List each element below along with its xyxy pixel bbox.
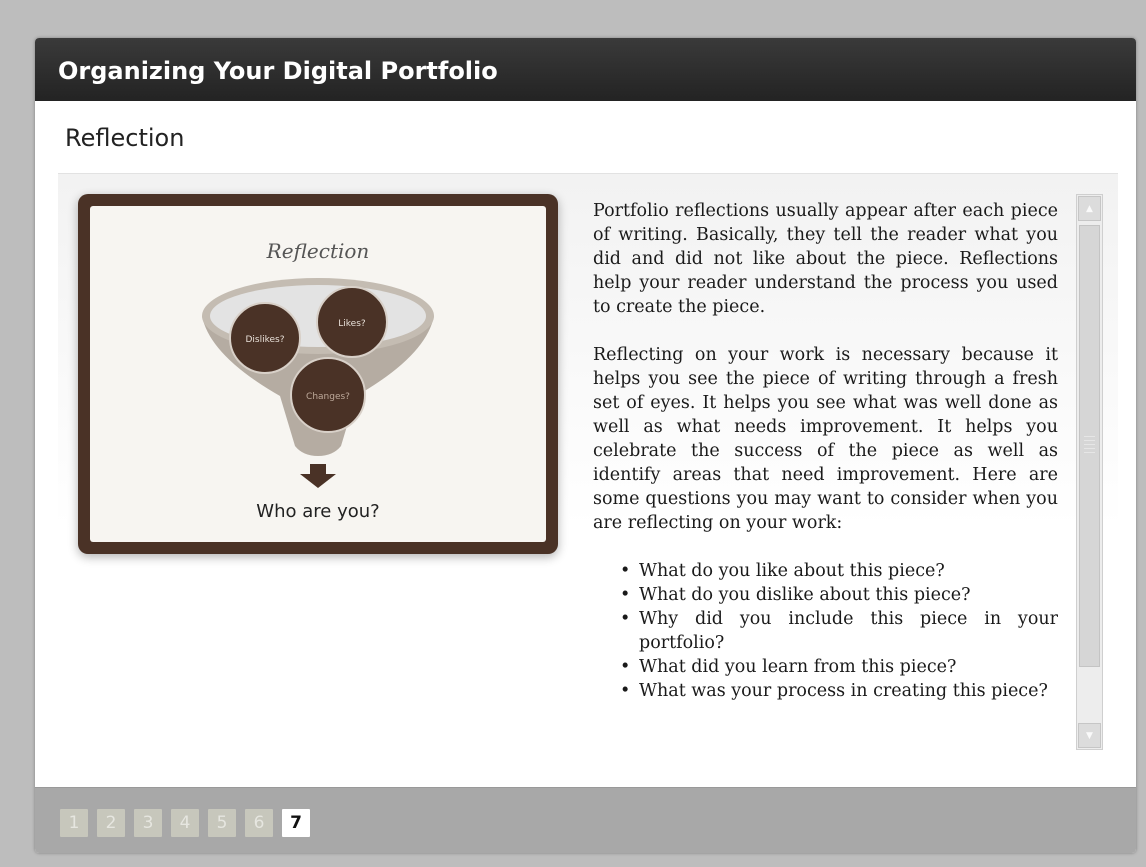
scroll-down-button[interactable]: ▼ [1078,723,1101,748]
scroll-thumb[interactable] [1079,225,1100,667]
question-list: What do you like about this piece? What … [593,559,1058,703]
paragraph-why: Reflecting on your work is necessary bec… [593,345,1058,533]
page-button-2[interactable]: 2 [97,809,125,837]
arrow-shaft [310,464,326,474]
content-panel: Reflection Dislikes? Likes? Changes? Who… [58,173,1118,763]
list-item: What did you learn from this piece? [593,655,1058,679]
page-button-1[interactable]: 1 [60,809,88,837]
page-button-4[interactable]: 4 [171,809,199,837]
grip-line [1084,444,1095,445]
triangle-up-icon: ▲ [1086,203,1093,214]
vertical-scrollbar[interactable]: ▲ ▼ [1076,194,1103,750]
page-button-3[interactable]: 3 [134,809,162,837]
paragraph-intro: Portfolio reflections usually appear aft… [593,201,1058,317]
grip-line [1084,436,1095,437]
page-heading: Reflection [65,124,185,152]
circle-label-changes: Changes? [306,392,350,402]
grip-line [1084,452,1095,453]
grip-line [1084,440,1095,441]
slide-caption: Who are you? [256,501,379,522]
window-title: Organizing Your Digital Portfolio [35,38,1136,101]
slide-canvas: Reflection Dislikes? Likes? Changes? Who… [90,206,546,542]
list-item: What do you dislike about this piece? [593,583,1058,607]
list-item: Why did you include this piece in your p… [593,607,1058,655]
page-button-5[interactable]: 5 [208,809,236,837]
funnel-diagram: Reflection Dislikes? Likes? Changes? Who… [202,239,434,522]
lesson-window: Organizing Your Digital Portfolio Reflec… [35,38,1136,853]
reflection-text: Portfolio reflections usually appear aft… [593,199,1058,759]
footer-bar: 1 2 3 4 5 6 7 [35,787,1136,853]
grip-line [1084,448,1095,449]
triangle-down-icon: ▼ [1086,730,1093,741]
list-item: What was your process in creating this p… [593,679,1058,703]
slide-image: Reflection Dislikes? Likes? Changes? Who… [78,194,558,554]
list-item: What do you like about this piece? [593,559,1058,583]
page-navigation: 1 2 3 4 5 6 7 [60,809,310,837]
circle-label-likes: Likes? [338,319,366,329]
scroll-up-button[interactable]: ▲ [1078,196,1101,221]
circle-label-dislikes: Dislikes? [245,335,284,345]
page-button-6[interactable]: 6 [245,809,273,837]
page-button-7[interactable]: 7 [282,809,310,837]
slide-title: Reflection [266,239,370,263]
down-arrow-icon [300,474,336,488]
